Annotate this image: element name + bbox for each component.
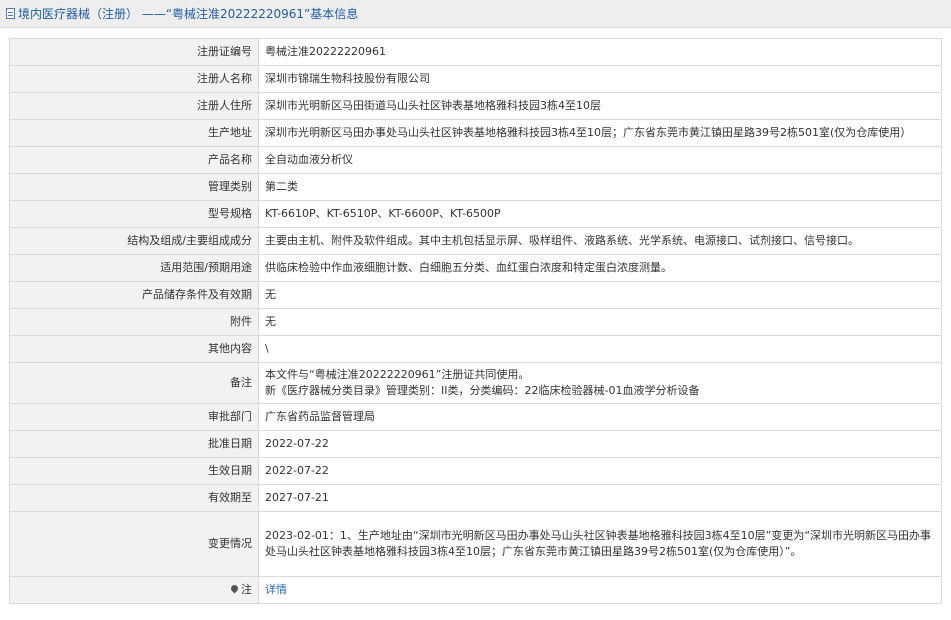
page-title: 境内医疗器械（注册） ——“粤械注准20222220961”基本信息: [18, 7, 359, 21]
row-value: 2027-07-21: [258, 484, 942, 512]
row-label: 产品名称: [9, 146, 259, 174]
table-row: 变更情况 2023-02-01：1、生产地址由“深圳市光明新区马田办事处马山头社…: [9, 511, 942, 577]
row-label: 审批部门: [9, 403, 259, 431]
row-value: 广东省药品监督管理局: [258, 403, 942, 431]
table-row: 管理类别 第二类: [9, 173, 942, 201]
table-row: 适用范围/预期用途 供临床检验中作血液细胞计数、白细胞五分类、血红蛋白浓度和特定…: [9, 254, 942, 282]
row-value: 深圳市锦瑞生物科技股份有限公司: [258, 65, 942, 93]
table-row: 注 详情: [9, 576, 942, 604]
details-link[interactable]: 详情: [265, 583, 287, 596]
row-value: 深圳市光明新区马田办事处马山头社区钟表基地格雅科技园3栋4至10层；广东省东莞市…: [258, 119, 942, 147]
location-pin-icon: [229, 583, 240, 594]
row-label: 批准日期: [9, 430, 259, 458]
row-value: 2023-02-01：1、生产地址由“深圳市光明新区马田办事处马山头社区钟表基地…: [258, 511, 942, 577]
row-label: 型号规格: [9, 200, 259, 228]
row-label: 备注: [9, 362, 259, 404]
row-label: 生效日期: [9, 457, 259, 485]
row-label: 结构及组成/主要组成成分: [9, 227, 259, 255]
table-row: 注册人名称 深圳市锦瑞生物科技股份有限公司: [9, 65, 942, 93]
row-value: 详情: [258, 576, 942, 604]
row-value: 无: [258, 281, 942, 309]
row-value: KT-6610P、KT-6510P、KT-6600P、KT-6500P: [258, 200, 942, 228]
table-row: 注册证编号 粤械注准20222220961: [9, 38, 942, 66]
row-value: \: [258, 335, 942, 363]
row-label: 注册人住所: [9, 92, 259, 120]
row-value: 深圳市光明新区马田街道马山头社区钟表基地格雅科技园3栋4至10层: [258, 92, 942, 120]
remark-line-1: 本文件与“粤械注准20222220961”注册证共同使用。: [265, 368, 530, 381]
table-row: 附件 无: [9, 308, 942, 336]
row-label: 管理类别: [9, 173, 259, 201]
table-row: 备注 本文件与“粤械注准20222220961”注册证共同使用。 新《医疗器械分…: [9, 362, 942, 404]
note-label-text: 注: [241, 583, 252, 596]
row-label: 注册人名称: [9, 65, 259, 93]
table-row: 注册人住所 深圳市光明新区马田街道马山头社区钟表基地格雅科技园3栋4至10层: [9, 92, 942, 120]
row-value: 2022-07-22: [258, 457, 942, 485]
row-label: 适用范围/预期用途: [9, 254, 259, 282]
table-row: 产品储存条件及有效期 无: [9, 281, 942, 309]
row-value: 第二类: [258, 173, 942, 201]
table-row: 产品名称 全自动血液分析仪: [9, 146, 942, 174]
note-label: 注: [9, 576, 259, 604]
table-row: 结构及组成/主要组成成分 主要由主机、附件及软件组成。其中主机包括显示屏、吸样组…: [9, 227, 942, 255]
table-row: 生产地址 深圳市光明新区马田办事处马山头社区钟表基地格雅科技园3栋4至10层；广…: [9, 119, 942, 147]
row-value: 粤械注准20222220961: [258, 38, 942, 66]
row-value: 主要由主机、附件及软件组成。其中主机包括显示屏、吸样组件、液路系统、光学系统、电…: [258, 227, 942, 255]
row-value: 无: [258, 308, 942, 336]
page-header: 境内医疗器械（注册） ——“粤械注准20222220961”基本信息: [0, 0, 951, 28]
table-row: 审批部门 广东省药品监督管理局: [9, 403, 942, 431]
row-label: 生产地址: [9, 119, 259, 147]
row-label: 其他内容: [9, 335, 259, 363]
remark-line-2: 新《医疗器械分类目录》管理类别：II类，分类编码：22临床检验器械-01血液学分…: [265, 384, 700, 397]
row-label: 附件: [9, 308, 259, 336]
document-icon: [6, 8, 15, 19]
row-label: 注册证编号: [9, 38, 259, 66]
row-label: 有效期至: [9, 484, 259, 512]
row-value: 供临床检验中作血液细胞计数、白细胞五分类、血红蛋白浓度和特定蛋白浓度测量。: [258, 254, 942, 282]
row-label: 产品储存条件及有效期: [9, 281, 259, 309]
row-label: 变更情况: [9, 511, 259, 577]
table-row: 型号规格 KT-6610P、KT-6510P、KT-6600P、KT-6500P: [9, 200, 942, 228]
table-row: 批准日期 2022-07-22: [9, 430, 942, 458]
table-row: 生效日期 2022-07-22: [9, 457, 942, 485]
row-value: 全自动血液分析仪: [258, 146, 942, 174]
table-row: 有效期至 2027-07-21: [9, 484, 942, 512]
row-value: 2022-07-22: [258, 430, 942, 458]
info-table: 注册证编号 粤械注准20222220961 注册人名称 深圳市锦瑞生物科技股份有…: [9, 38, 942, 604]
row-value: 本文件与“粤械注准20222220961”注册证共同使用。 新《医疗器械分类目录…: [258, 362, 942, 404]
table-row: 其他内容 \: [9, 335, 942, 363]
